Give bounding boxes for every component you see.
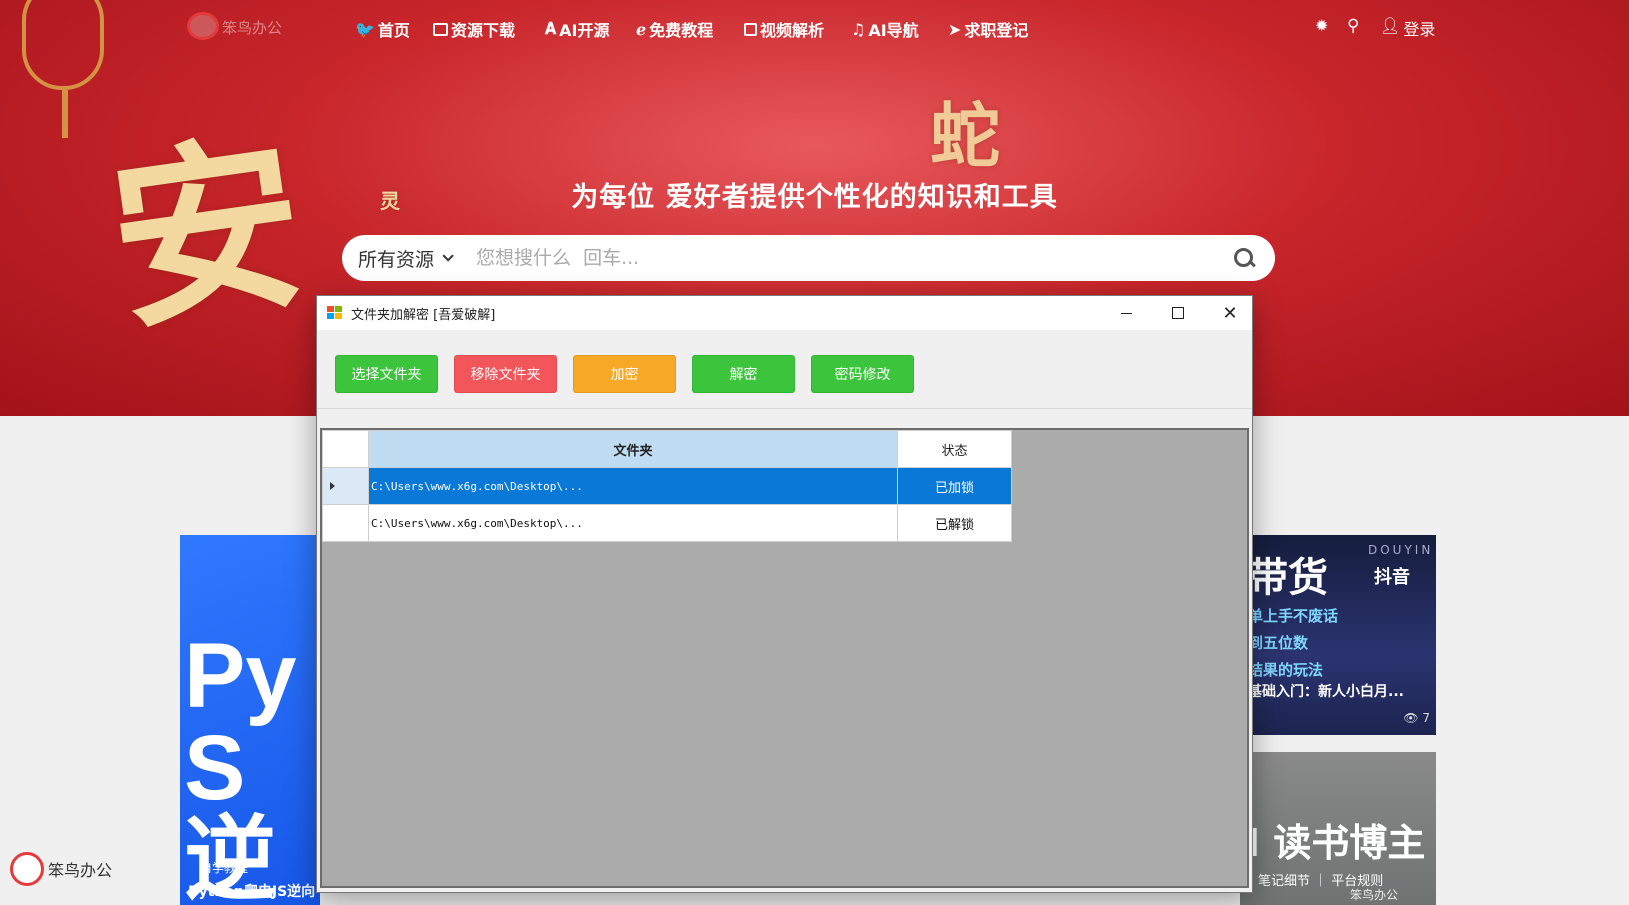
select-folder-button[interactable]: 选择文件夹	[335, 355, 438, 393]
nav-ai-open[interactable]: 𝐀 AI开源	[545, 17, 610, 41]
search-submit-icon[interactable]	[1233, 247, 1255, 269]
search-scope-label: 所有资源	[358, 248, 435, 271]
site-logo-icon[interactable]	[187, 12, 219, 40]
nav-downloads[interactable]: 资源下载	[433, 17, 515, 41]
status-cell[interactable]: 已解锁	[897, 504, 1012, 542]
table-row[interactable]: C:\Users\www.x6g.com\Desktop\... 已解锁	[322, 504, 1012, 542]
search-bar: 所有资源	[342, 235, 1275, 281]
site-logo-text[interactable]: 笨鸟办公	[222, 17, 282, 38]
card-watermark: 笨鸟办公	[1350, 888, 1399, 902]
nav-jobs[interactable]: ➤ 求职登记	[948, 17, 1028, 41]
folder-table: 文件夹 状态 C:\Users\www.x6g.com\Desktop\... …	[322, 430, 1012, 542]
chevron-down-icon	[442, 250, 454, 262]
card-cover-line: 单上手不废话	[1248, 607, 1339, 625]
nav-ai-guide[interactable]: ♫ AI导航	[851, 17, 919, 41]
card-cover-title: 带货	[1248, 555, 1328, 601]
maximize-icon[interactable]	[1152, 296, 1204, 330]
footer-logo-text: 笨鸟办公	[48, 861, 113, 880]
row-header-corner	[322, 430, 369, 468]
search-scope-dropdown[interactable]: 所有资源	[358, 245, 454, 272]
card-cover-title: I 读书博主	[1246, 821, 1426, 865]
table-row[interactable]: C:\Users\www.x6g.com\Desktop\... 已加锁	[322, 467, 1012, 505]
window-titlebar[interactable]: 文件夹加解密 [吾爱破解] ✕	[317, 296, 1252, 330]
toolbar: 选择文件夹 移除文件夹 加密 解密 密码修改	[317, 330, 1252, 409]
send-icon: ➤	[948, 19, 962, 39]
video-icon	[744, 22, 757, 36]
nav-home[interactable]: 🐦 首页	[355, 17, 410, 41]
deco-character-an: 安	[97, 109, 317, 357]
music-icon: ♫	[851, 19, 866, 39]
status-cell[interactable]: 已加锁	[897, 467, 1012, 505]
top-navigation: 笨鸟办公 🐦 首页 资源下载 𝐀 AI开源 ℯ 免费教程 视频解析 ♫ AI导航…	[0, 0, 1629, 54]
bird-icon: 🐦	[355, 19, 375, 39]
nav-tutorials[interactable]: ℯ 免费教程	[636, 17, 713, 41]
theme-toggle-icon[interactable]: ✹	[1315, 16, 1328, 35]
folder-path-cell[interactable]: C:\Users\www.x6g.com\Desktop\...	[368, 467, 898, 505]
window-title: 文件夹加解密 [吾爱破解]	[351, 307, 496, 323]
nav-ai-open-label: AI开源	[559, 21, 610, 40]
column-header-status[interactable]: 状态	[897, 430, 1012, 468]
card-cover-brand: 抖音	[1374, 567, 1410, 588]
folder-grid[interactable]: 文件夹 状态 C:\Users\www.x6g.com\Desktop\... …	[320, 428, 1249, 888]
deco-character-she: 蛇	[930, 94, 1000, 177]
login-link[interactable]: 👤︎ 登录	[1380, 16, 1435, 40]
card-cover-brand-en: DOUYIN	[1368, 543, 1434, 557]
search-input[interactable]	[476, 247, 1233, 269]
nav-jobs-label: 求职登记	[964, 21, 1029, 40]
table-header-row: 文件夹 状态	[322, 430, 1012, 468]
card-title: Python爬虫JS逆向	[188, 884, 316, 900]
remove-folder-button[interactable]: 移除文件夹	[454, 355, 557, 393]
ai-icon: 𝐀	[545, 19, 557, 38]
nav-video[interactable]: 视频解析	[744, 17, 824, 41]
encrypt-button[interactable]: 加密	[573, 355, 676, 393]
footer-logo[interactable]: 笨鸟办公	[10, 852, 112, 886]
nav-downloads-label: 资源下载	[451, 21, 516, 40]
footer-logo-icon	[10, 852, 44, 886]
close-icon[interactable]: ✕	[1204, 296, 1256, 330]
hero-title: 为每位 爱好者提供个性化的知识和工具	[571, 182, 1058, 213]
monitor-icon	[433, 22, 448, 36]
card-cover-line: 结果的玩法	[1248, 661, 1324, 679]
card-views: 👁︎ 7	[1403, 711, 1430, 725]
user-icon: 👤︎	[1380, 16, 1401, 35]
current-row-arrow-icon	[330, 482, 335, 490]
app-icon	[327, 306, 343, 320]
article-card-reading[interactable]: I 读书博主 笔记细节 ｜ 平台规则 笨鸟办公	[1240, 752, 1436, 905]
card-cover-line: 到五位数	[1248, 634, 1309, 652]
column-header-folder[interactable]: 文件夹	[368, 430, 898, 468]
login-label: 登录	[1403, 20, 1436, 39]
card-category: 自学教程	[200, 861, 249, 875]
article-card-python[interactable]: Py S逆 自学教程 Python爬虫JS逆向	[180, 535, 320, 905]
article-card-douyin[interactable]: 带货 DOUYIN 抖音 单上手不废话 到五位数 结果的玩法 基础入门：新人小白…	[1240, 535, 1436, 735]
nav-home-label: 首页	[377, 21, 410, 40]
nav-video-label: 视频解析	[760, 21, 825, 40]
search-icon[interactable]: ⚲	[1347, 16, 1359, 36]
nav-tutorials-label: 免费教程	[649, 21, 714, 40]
minimize-icon[interactable]	[1100, 296, 1152, 330]
row-header[interactable]	[322, 467, 369, 505]
edge-icon: ℯ	[636, 19, 647, 39]
row-header[interactable]	[322, 504, 369, 542]
decrypt-button[interactable]: 解密	[692, 355, 795, 393]
folder-path-cell[interactable]: C:\Users\www.x6g.com\Desktop\...	[368, 504, 898, 542]
card-views-count: 7	[1422, 711, 1430, 725]
nav-ai-guide-label: AI导航	[868, 21, 919, 40]
change-password-button[interactable]: 密码修改	[811, 355, 914, 393]
folder-encrypt-window: 文件夹加解密 [吾爱破解] ✕ 选择文件夹 移除文件夹 加密 解密 密码修改 文…	[316, 295, 1253, 893]
card-title: 基础入门：新人小白月...	[1248, 684, 1404, 700]
